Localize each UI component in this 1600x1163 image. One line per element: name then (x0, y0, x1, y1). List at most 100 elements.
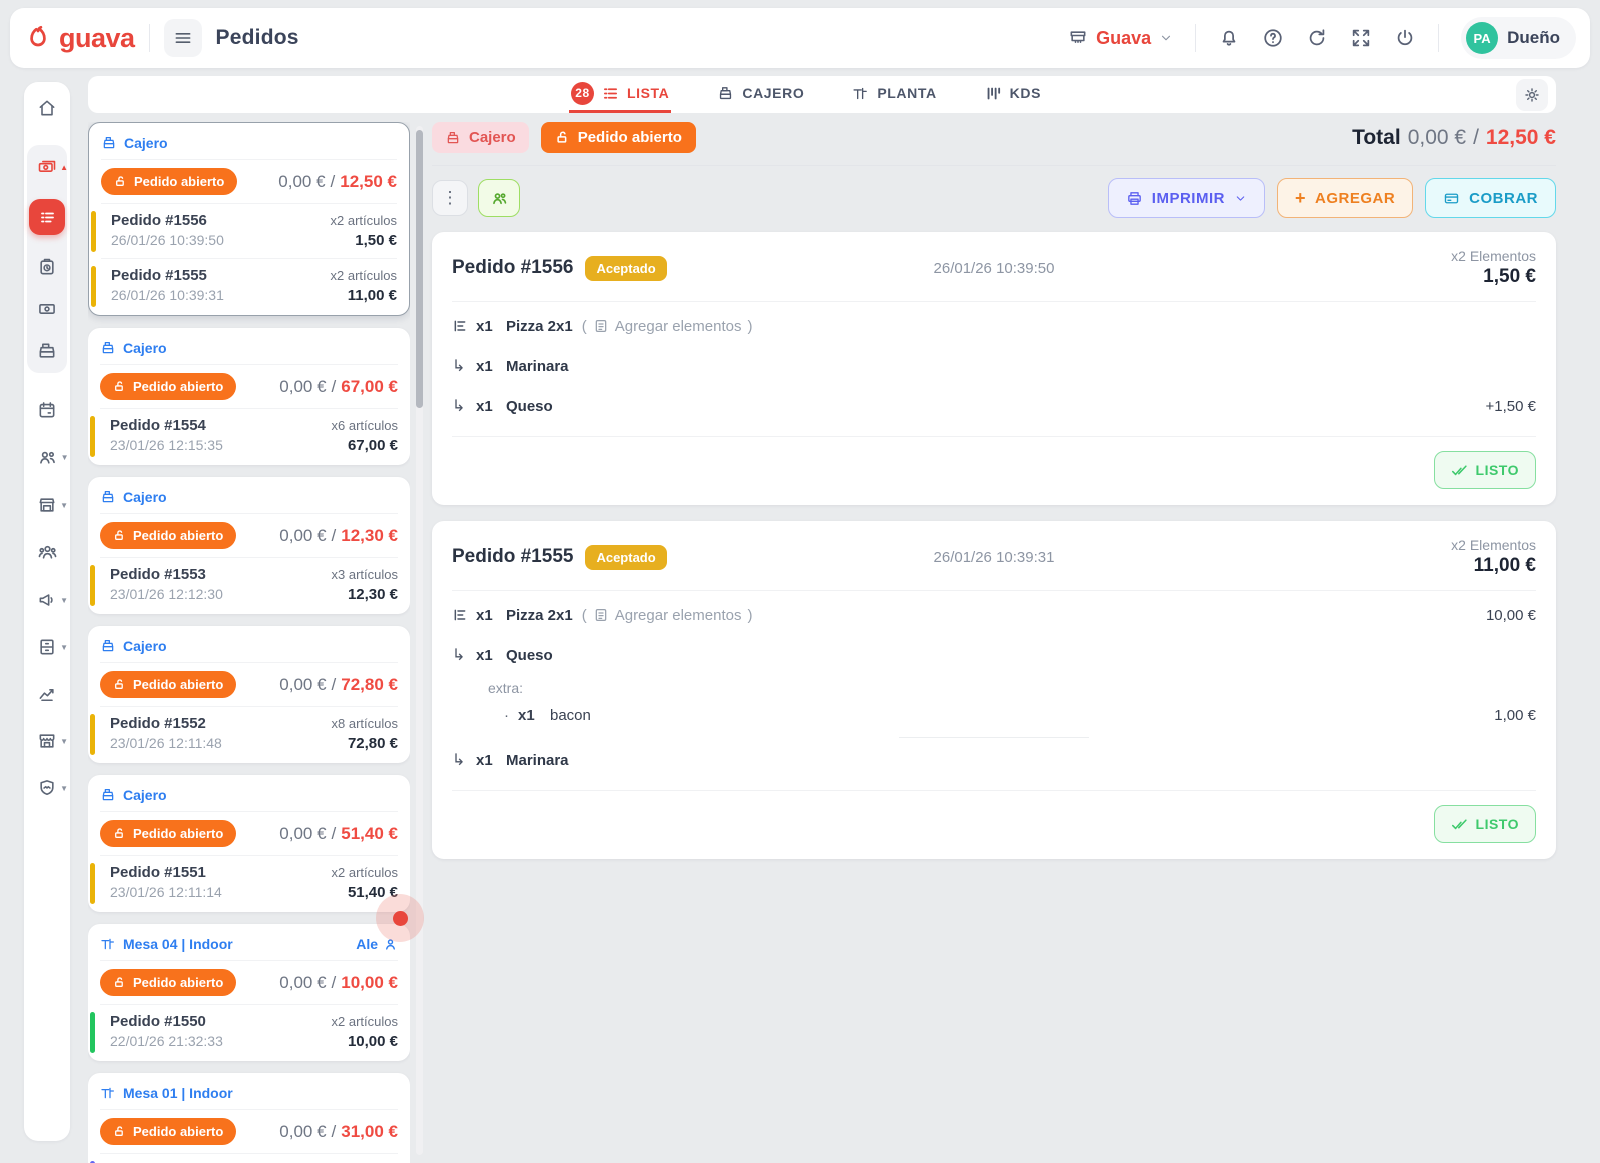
settings-button[interactable] (1516, 79, 1548, 111)
card-source: Cajero (123, 787, 167, 803)
sidebar-item-security[interactable]: ▼ (37, 778, 57, 798)
lock-open-icon (113, 529, 126, 542)
add-button[interactable]: + AGREGAR (1277, 178, 1413, 218)
order-card-mesa01[interactable]: Mesa 01 | Indoor Pedido abierto 0,00 € /… (88, 1073, 410, 1163)
question-circle-icon (1262, 27, 1284, 49)
shop-icon (37, 731, 57, 751)
floating-notification-dot[interactable] (376, 894, 424, 942)
lock-open-icon (113, 827, 126, 840)
order-card-mesa04-1550[interactable]: Mesa 04 | Indoor Ale Pedido abierto 0,00… (88, 924, 410, 1061)
orders-count-badge: 28 (571, 82, 594, 105)
order-row-1551[interactable]: Pedido #1551x2 artículos 23/01/26 12:11:… (100, 856, 398, 910)
menu-button[interactable] (164, 19, 202, 57)
subitem-line-queso[interactable]: ↳ x1 Queso +1,50 € (452, 386, 1536, 426)
help-button[interactable] (1262, 27, 1284, 49)
order-datetime: 26/01/26 10:39:31 (452, 549, 1536, 566)
tab-cajero-label: CAJERO (742, 85, 804, 101)
archive-icon (37, 637, 57, 657)
refresh-button[interactable] (1306, 27, 1328, 49)
order-row-1554[interactable]: Pedido #1554x6 artículos 23/01/26 12:15:… (100, 409, 398, 463)
tab-planta[interactable]: PLANTA (850, 76, 938, 113)
item-list-icon (452, 318, 476, 334)
line-price: 1,00 € (1494, 707, 1536, 724)
detail-total: Total 0,00 € / 12,50 € (1352, 126, 1556, 150)
order-row-1552[interactable]: Pedido #1552x8 artículos 23/01/26 12:11:… (100, 707, 398, 761)
detail-action-row: ⋮ IMPRIMIR + AGREGAR COBRAR (432, 166, 1556, 232)
cash-register-icon (101, 135, 117, 151)
ready-button[interactable]: LISTO (1434, 451, 1536, 489)
list-scrollbar[interactable] (416, 126, 423, 1155)
detail-card-1555: 26/01/26 10:39:31 Pedido #1555 Aceptado … (432, 521, 1556, 859)
add-elements-action[interactable]: ( Agregar elementos ) (582, 607, 753, 624)
top-bar: guava Pedidos Guava PA (10, 8, 1590, 68)
status-bar (90, 565, 95, 606)
brand-logo[interactable]: guava (24, 23, 135, 54)
sidebar-item-schedule[interactable] (37, 257, 57, 277)
order-row-1553[interactable]: Pedido #1553x3 artículos 23/01/26 12:12:… (100, 558, 398, 612)
sidebar-item-team[interactable] (37, 542, 58, 563)
card-amounts: 0,00 € / 51,40 € (279, 824, 398, 844)
order-card-cajero-1554[interactable]: Cajero Pedido abierto 0,00 € / 67,00 € P… (88, 328, 410, 465)
user-menu[interactable]: PA Dueño (1461, 17, 1576, 59)
order-card-cajero-1553[interactable]: Cajero Pedido abierto 0,00 € / 12,30 € P… (88, 477, 410, 614)
item-line-pizza[interactable]: x1 Pizza 2x1 ( Agregar elementos ) (452, 306, 1536, 346)
restaurant-icon (37, 495, 57, 515)
kebab-icon: ⋮ (442, 188, 459, 208)
detail-filter-row: Cajero Pedido abierto Total 0,00 € / 12,… (432, 122, 1556, 166)
order-card-cajero-1552[interactable]: Cajero Pedido abierto 0,00 € / 72,80 € P… (88, 626, 410, 763)
sidebar-item-storage[interactable]: ▼ (37, 637, 57, 657)
logout-button[interactable] (1394, 27, 1416, 49)
status-bar (91, 211, 96, 252)
team-icon (37, 542, 58, 563)
order-row-1549[interactable]: Pedido #1549x2 artículos 22/01/26 21:31:… (100, 1154, 398, 1163)
sidebar-item-calendar[interactable] (37, 400, 57, 420)
subitem-line-marinara[interactable]: ↳ x1 Marinara (452, 740, 1536, 780)
sidebar-item-shop[interactable]: ▼ (37, 731, 57, 751)
lock-open-icon (555, 130, 570, 145)
order-row-1555[interactable]: Pedido #1555x2 artículos 26/01/26 10:39:… (101, 259, 397, 313)
kanban-icon (985, 85, 1002, 102)
add-elements-action[interactable]: ( Agregar elementos ) (582, 318, 753, 335)
sidebar-item-venue[interactable]: ▼ (37, 495, 57, 515)
order-row-1556[interactable]: Pedido #1556x2 artículos 26/01/26 10:39:… (101, 204, 397, 259)
guests-button[interactable] (478, 179, 520, 217)
extra-line-bacon[interactable]: · x1 bacon 1,00 € (452, 701, 1536, 729)
print-button[interactable]: IMPRIMIR (1108, 178, 1265, 218)
fullscreen-button[interactable] (1350, 27, 1372, 49)
cash-register-icon (717, 85, 734, 102)
subitem-line-marinara[interactable]: ↳ x1 Marinara (452, 346, 1536, 386)
notifications-button[interactable] (1218, 27, 1240, 49)
lock-open-icon (113, 976, 126, 989)
charge-button[interactable]: COBRAR (1425, 178, 1556, 218)
store-selector[interactable]: Guava (1068, 28, 1173, 49)
divider (1195, 24, 1196, 52)
ready-button[interactable]: LISTO (1434, 805, 1536, 843)
tabs: 28 LISTA CAJERO PLANTA KDS (569, 76, 1043, 113)
order-row-1550[interactable]: Pedido #1550x2 artículos 22/01/26 21:32:… (100, 1005, 398, 1059)
order-datetime: 26/01/26 10:39:50 (452, 260, 1536, 277)
sidebar-item-orders[interactable]: ▲ (37, 157, 57, 177)
bell-icon (1218, 27, 1240, 49)
caret-down-icon: ▼ (60, 501, 68, 510)
sidebar-item-marketing[interactable]: ▼ (37, 590, 57, 610)
sidebar: ▲ ▼ ▼ ▼ ▼ ▼ (24, 82, 70, 1141)
order-card-cajero-1551[interactable]: Cajero Pedido abierto 0,00 € / 51,40 € P… (88, 775, 410, 912)
sidebar-item-home[interactable] (37, 98, 57, 118)
sidebar-item-cash-register[interactable] (37, 341, 57, 361)
sidebar-item-payments[interactable] (37, 299, 57, 319)
tab-cajero[interactable]: CAJERO (715, 76, 806, 113)
order-card-cajero-1556[interactable]: Cajero Pedido abierto 0,00 € / 12,50 € P… (88, 122, 410, 316)
filter-chip-cajero[interactable]: Cajero (432, 122, 529, 153)
tab-lista[interactable]: 28 LISTA (569, 76, 671, 113)
sidebar-item-orders-list[interactable] (29, 199, 65, 235)
card-amounts: 0,00 € / 12,30 € (279, 526, 398, 546)
tab-kds[interactable]: KDS (983, 76, 1043, 113)
sidebar-item-stats[interactable] (37, 684, 57, 704)
filter-chip-open-order[interactable]: Pedido abierto (541, 122, 696, 153)
item-line-pizza[interactable]: x1 Pizza 2x1 ( Agregar elementos ) 10,00… (452, 595, 1536, 635)
scrollbar-thumb[interactable] (416, 130, 423, 408)
more-options-button[interactable]: ⋮ (432, 180, 468, 216)
subitem-line-queso[interactable]: ↳ x1 Queso (452, 635, 1536, 675)
sidebar-item-customers[interactable]: ▼ (37, 447, 58, 468)
caret-down-icon: ▼ (60, 737, 68, 746)
